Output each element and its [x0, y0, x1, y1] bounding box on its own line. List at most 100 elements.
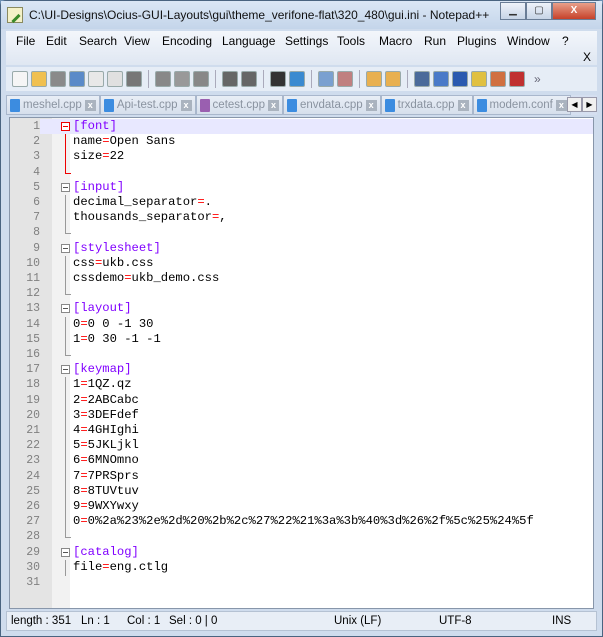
code-line: 27 0=0%2a%23%2e%2d%20%2b%2c%27%22%21%3a%3… — [10, 514, 593, 531]
tab-trxdata-cpp[interactable]: trxdata.cpp x — [380, 95, 473, 115]
key-value: cssdemo=ukb_demo.css — [73, 271, 220, 285]
line-number: 17 — [10, 362, 40, 378]
indent-guide-icon[interactable] — [452, 71, 468, 87]
copy-icon[interactable] — [174, 71, 190, 87]
close-all-icon[interactable] — [107, 71, 123, 87]
menu-edit[interactable]: Edit — [46, 34, 67, 48]
sync-horizontal-icon[interactable] — [385, 71, 401, 87]
tab-cetest-cpp[interactable]: cetest.cpp x — [195, 95, 283, 115]
line-number: 31 — [10, 575, 40, 591]
line-number: 10 — [10, 255, 40, 271]
menu-settings[interactable]: Settings — [285, 34, 328, 48]
menu-file[interactable]: File — [16, 34, 35, 48]
tab-label: meshel.cpp — [23, 99, 82, 111]
print-icon[interactable] — [126, 71, 142, 87]
minimize-button[interactable]: ▁ — [500, 2, 526, 20]
redo-icon[interactable] — [241, 71, 257, 87]
status-bar: length : 351 Ln : 1 Col : 1 Sel : 0 | 0 … — [6, 611, 597, 631]
save-all-icon[interactable] — [69, 71, 85, 87]
close-icon[interactable] — [88, 71, 104, 87]
line-number: 18 — [10, 377, 40, 393]
key-value: 0=0%2a%23%2e%2d%20%2b%2c%27%22%21%3a%3b%… — [73, 514, 534, 529]
maximize-button[interactable]: ▢ — [526, 2, 552, 20]
key-value: name=Open Sans — [73, 134, 176, 149]
tab-close-icon[interactable]: x — [267, 99, 279, 111]
save-icon[interactable] — [50, 71, 66, 87]
key-value: thousands_separator=, — [73, 210, 227, 225]
undo-icon[interactable] — [222, 71, 238, 87]
close-document-button[interactable]: X — [583, 50, 591, 64]
key-value: 1=0 30 -1 -1 — [73, 331, 161, 346]
fold-toggle-icon[interactable] — [61, 547, 70, 557]
line-number: 27 — [10, 514, 40, 530]
code-line: 15 1=0 30 -1 -1 — [10, 331, 593, 348]
tab-close-icon[interactable]: x — [365, 99, 377, 111]
menu-help[interactable]: ? — [562, 34, 569, 48]
menu-view[interactable]: View — [124, 34, 150, 48]
replace-icon[interactable] — [289, 71, 305, 87]
doc-map-icon[interactable] — [490, 71, 506, 87]
word-wrap-icon[interactable] — [414, 71, 430, 87]
section-header: [input] — [73, 179, 125, 194]
code-line: 24 7=7PRSprs — [10, 468, 593, 485]
tab-close-icon[interactable]: x — [555, 99, 567, 111]
close-button[interactable]: X — [552, 2, 596, 20]
line-number: 16 — [10, 347, 40, 363]
zoom-out-icon[interactable] — [337, 71, 353, 87]
toolbar-separator — [148, 70, 149, 88]
fold-toggle-icon[interactable] — [61, 304, 70, 314]
line-number: 19 — [10, 392, 40, 408]
tab-scroll-right-button[interactable]: ▶ — [582, 97, 597, 112]
tab-api-test-cpp[interactable]: Api-test.cpp x — [99, 95, 196, 115]
tab-label: trxdata.cpp — [397, 99, 455, 111]
file-icon — [10, 98, 20, 112]
tab-close-icon[interactable]: x — [457, 99, 469, 111]
status-encoding[interactable]: UTF-8 — [439, 615, 472, 627]
menu-window[interactable]: Window — [507, 34, 550, 48]
show-all-chars-icon[interactable] — [433, 71, 449, 87]
code-line: 21 4=4GHIghi — [10, 423, 593, 439]
key-value: 3=3DEFdef — [73, 407, 139, 422]
menu-language[interactable]: Language — [222, 34, 275, 48]
menu-tools[interactable]: Tools — [337, 34, 365, 48]
code-line: 2 name=Open Sans — [10, 134, 593, 151]
tab-meshel-cpp[interactable]: meshel.cpp x — [6, 95, 100, 115]
toolbar-overflow-button[interactable]: » — [534, 72, 541, 86]
line-number: 20 — [10, 407, 40, 423]
zoom-in-icon[interactable] — [318, 71, 334, 87]
menu-plugins[interactable]: Plugins — [457, 34, 496, 48]
status-mode[interactable]: INS — [552, 615, 571, 627]
menu-macro[interactable]: Macro — [379, 34, 412, 48]
tab-modem-conf[interactable]: modem.conf x — [472, 95, 571, 115]
sync-vertical-icon[interactable] — [366, 71, 382, 87]
menu-run[interactable]: Run — [424, 34, 446, 48]
cut-icon[interactable] — [155, 71, 171, 87]
menu-search[interactable]: Search — [79, 34, 117, 48]
fold-toggle-icon[interactable] — [61, 365, 70, 375]
fold-toggle-icon[interactable] — [61, 243, 70, 253]
code-line: 5 [input] — [10, 179, 593, 195]
line-number: 29 — [10, 544, 40, 560]
line-number: 11 — [10, 271, 40, 287]
user-defined-language-icon[interactable] — [471, 71, 487, 87]
fold-toggle-icon[interactable] — [61, 182, 70, 192]
function-list-icon[interactable] — [509, 71, 525, 87]
tab-close-icon[interactable]: x — [180, 99, 192, 111]
key-value: 9=9WXYwxy — [73, 499, 139, 513]
line-number: 22 — [10, 438, 40, 454]
tab-envdata-cpp[interactable]: envdata.cpp x — [282, 95, 381, 115]
open-file-icon[interactable] — [31, 71, 47, 87]
new-file-icon[interactable] — [12, 71, 28, 87]
code-line: 31 — [10, 575, 593, 591]
tab-close-icon[interactable]: x — [84, 99, 96, 111]
tab-scroll-left-button[interactable]: ◀ — [567, 97, 582, 112]
find-icon[interactable] — [270, 71, 286, 87]
key-value: css=ukb.css — [73, 255, 154, 270]
toolbar-separator — [263, 70, 264, 88]
editor[interactable]: 1 [font] 2 name=Open Sans 3 size=22 4 5 [input] 6… — [9, 117, 594, 609]
paste-icon[interactable] — [193, 71, 209, 87]
status-eol[interactable]: Unix (LF) — [334, 615, 381, 627]
fold-toggle-icon[interactable] — [61, 122, 70, 131]
line-number: 25 — [10, 483, 40, 499]
menu-encoding[interactable]: Encoding — [162, 34, 212, 48]
